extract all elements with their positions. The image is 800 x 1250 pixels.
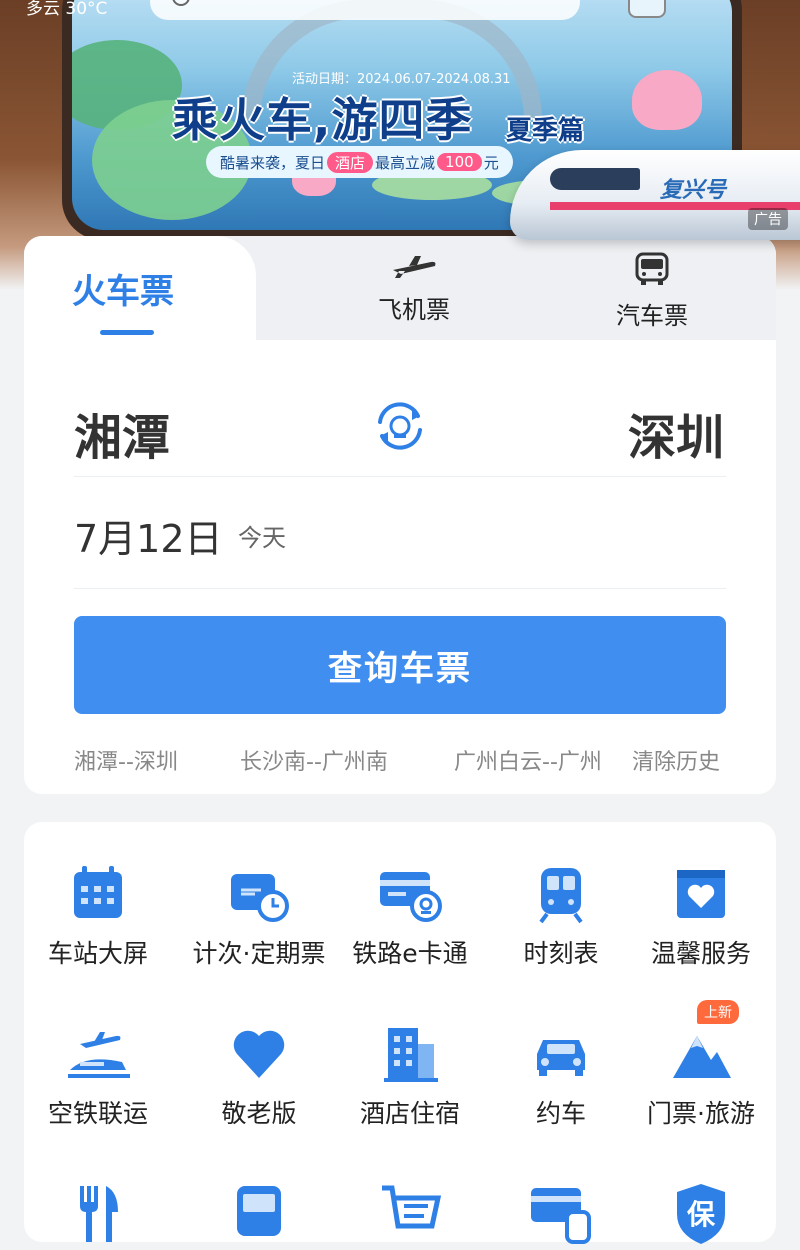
service-label: 车站大屏 [47, 939, 148, 968]
from-station[interactable]: 湘潭 [74, 398, 170, 468]
divider [74, 588, 726, 589]
service-elderly-mode[interactable]: 敬老版 [184, 1022, 334, 1130]
promo-subtitle: 酷暑来袭，夏日 酒店 最高立减 100 元 [206, 146, 513, 178]
fork-knife-icon [66, 1182, 130, 1246]
service-care[interactable]: 温馨服务 [626, 862, 776, 970]
services-grid: 车站大屏 计次·定期票 铁路e卡通 时刻表 温馨服务 空铁联运 敬老版 酒店住宿… [23, 822, 776, 1244]
train-label: 复兴号 [660, 178, 727, 203]
service-period-ticket[interactable]: 计次·定期票 [184, 862, 334, 970]
bus-icon [227, 1182, 291, 1246]
tab-train-label: 火车票 [72, 272, 174, 312]
ad-tag: 广告 [748, 208, 788, 230]
tab-plane[interactable]: 飞机票 [354, 252, 474, 325]
booking-card: 火车票 飞机票 汽车票 湘潭 深圳 7月12日 今天 查询车票 湘潭--深圳 长… [24, 236, 776, 794]
service-label: 铁路e卡通 [352, 939, 468, 968]
divider [74, 476, 726, 477]
departure-date[interactable]: 7月12日 [74, 508, 223, 563]
search-icon [172, 0, 190, 6]
lotus-illustration [632, 70, 702, 130]
search-bar[interactable] [150, 0, 580, 20]
heart-icon [227, 1022, 291, 1086]
service-label: 时刻表 [523, 939, 599, 968]
promo-sub-prefix: 酷暑来袭，夏日 [220, 153, 326, 172]
service-label: 计次·定期票 [192, 939, 326, 968]
swap-stations-button[interactable] [370, 396, 430, 456]
promo-sub-suffix: 元 [483, 153, 499, 172]
history-item[interactable]: 广州白云--广州 [454, 744, 602, 776]
service-label: 门票·旅游 [647, 1099, 755, 1128]
booking-form: 湘潭 深圳 7月12日 今天 查询车票 湘潭--深圳 长沙南--广州南 广州白云… [24, 340, 776, 794]
service-shop[interactable] [335, 1182, 485, 1246]
tab-bus[interactable]: 汽车票 [592, 252, 712, 331]
service-ride[interactable]: 约车 [486, 1022, 636, 1130]
car-icon [529, 1022, 593, 1086]
heart-box-icon [669, 862, 733, 926]
calendar-icon [66, 862, 130, 926]
bus-icon [634, 252, 670, 290]
tab-active-indicator [100, 330, 154, 335]
cart-icon [378, 1182, 442, 1246]
building-icon [378, 1022, 442, 1086]
railway-card-icon [378, 862, 442, 926]
date-hint: 今天 [238, 524, 286, 552]
service-label: 约车 [535, 1099, 586, 1128]
history-item[interactable]: 湘潭--深圳 [74, 744, 178, 776]
new-badge: 上新 [697, 1000, 739, 1024]
service-label: 敬老版 [221, 1099, 297, 1128]
service-air-rail[interactable]: 空铁联运 [23, 1022, 173, 1130]
shield-bao-icon: 保 [669, 1182, 733, 1246]
plane-train-icon [66, 1022, 130, 1086]
swap-icon [378, 402, 422, 450]
service-label: 酒店住宿 [359, 1099, 460, 1128]
history-item[interactable]: 长沙南--广州南 [240, 744, 388, 776]
clear-history-button[interactable]: 清除历史 [632, 744, 720, 776]
promo-title: 乘火车,游四季 [172, 93, 473, 147]
search-tickets-button[interactable]: 查询车票 [74, 616, 726, 714]
promo-discount-pill: 100 [437, 153, 482, 171]
service-timetable[interactable]: 时刻表 [486, 862, 636, 970]
train-window [550, 168, 640, 190]
train-front-icon [529, 862, 593, 926]
to-station[interactable]: 深圳 [628, 398, 724, 468]
ticket-clock-icon [227, 862, 291, 926]
service-card-train[interactable] [486, 1182, 636, 1246]
tab-bus-label: 汽车票 [616, 302, 688, 330]
service-station-screen[interactable]: 车站大屏 [23, 862, 173, 970]
service-label: 空铁联运 [47, 1099, 148, 1128]
service-label: 温馨服务 [650, 939, 751, 968]
tab-train[interactable]: 火车票 [24, 236, 256, 354]
promo-sub-mid: 最高立减 [375, 153, 436, 172]
service-hotel[interactable]: 酒店住宿 [335, 1022, 485, 1130]
service-railway-ecard[interactable]: 铁路e卡通 [335, 862, 485, 970]
promo-season: 夏季篇 [506, 116, 585, 146]
promo-hotel-pill: 酒店 [327, 151, 374, 173]
shield-text: 保 [687, 1198, 716, 1231]
service-tickets-travel[interactable]: 上新 门票·旅游 [626, 1000, 776, 1130]
service-dining[interactable] [23, 1182, 173, 1246]
card-train-icon [529, 1182, 593, 1246]
service-bus[interactable] [184, 1182, 334, 1246]
mountain-icon: 上新 [669, 1000, 739, 1086]
tab-plane-label: 飞机票 [378, 296, 450, 324]
service-insurance[interactable]: 保 [626, 1182, 776, 1246]
plane-icon [391, 252, 437, 284]
scan-icon[interactable] [628, 0, 666, 18]
weather-status: 多云 30°C [26, 0, 108, 19]
